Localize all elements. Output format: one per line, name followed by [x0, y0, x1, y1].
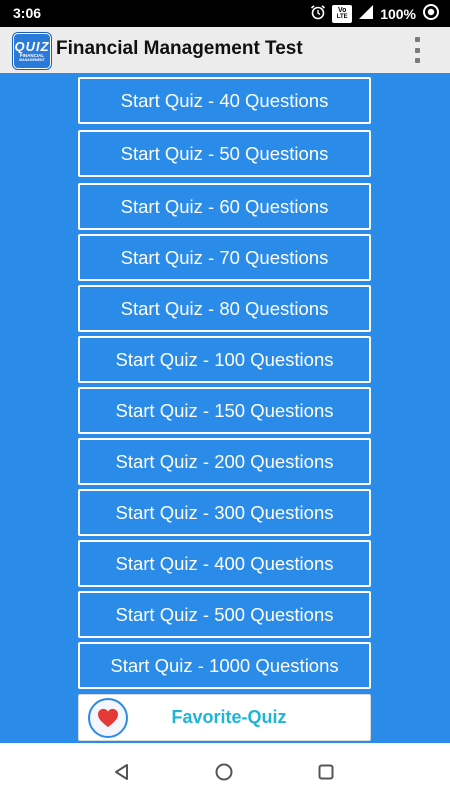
start-quiz-40-button[interactable]: Start Quiz - 40 Questions [78, 77, 371, 124]
app-logo: QUIZ FINANCIAL MANAGEMENT [13, 33, 51, 69]
start-quiz-500-button[interactable]: Start Quiz - 500 Questions [78, 591, 371, 638]
start-quiz-200-button[interactable]: Start Quiz - 200 Questions [78, 438, 371, 485]
favorite-quiz-label: Favorite-Quiz [171, 707, 287, 727]
favorite-quiz-button[interactable]: Favorite-Quiz [78, 694, 371, 741]
recents-icon[interactable] [314, 760, 338, 784]
quiz-list: Start Quiz - 40 Questions Start Quiz - 5… [0, 73, 450, 743]
start-quiz-300-button[interactable]: Start Quiz - 300 Questions [78, 489, 371, 536]
start-quiz-60-button[interactable]: Start Quiz - 60 Questions [78, 183, 371, 230]
logo-main-text: QUIZ [14, 39, 50, 54]
volte-icon: Vo LTE [332, 4, 353, 23]
overflow-menu-icon[interactable] [410, 37, 424, 63]
start-quiz-400-button[interactable]: Start Quiz - 400 Questions [78, 540, 371, 587]
start-quiz-50-button[interactable]: Start Quiz - 50 Questions [78, 130, 371, 177]
app-title: Financial Management Test [56, 38, 303, 59]
status-icons: Vo LTE 100% [310, 3, 440, 24]
back-icon[interactable] [110, 760, 134, 784]
start-quiz-70-button[interactable]: Start Quiz - 70 Questions [78, 234, 371, 281]
start-quiz-1000-button[interactable]: Start Quiz - 1000 Questions [78, 642, 371, 689]
heart-icon [88, 697, 128, 738]
status-time: 3:06 [13, 5, 42, 21]
battery-text: 100% [380, 5, 416, 22]
home-icon[interactable] [212, 760, 236, 784]
start-quiz-100-button[interactable]: Start Quiz - 100 Questions [78, 336, 371, 383]
status-bar: 3:06 Vo LTE 100% [0, 0, 450, 27]
logo-sub2-text: MANAGEMENT [19, 57, 45, 62]
signal-icon [358, 4, 374, 24]
data-saver-icon [422, 3, 440, 25]
volte-top-text: Vo [337, 7, 347, 14]
start-quiz-80-button[interactable]: Start Quiz - 80 Questions [78, 285, 371, 332]
volte-bottom-text: LTE [336, 14, 348, 20]
navigation-bar [0, 743, 450, 800]
start-quiz-150-button[interactable]: Start Quiz - 150 Questions [78, 387, 371, 434]
alarm-icon [310, 4, 326, 24]
app-bar: QUIZ FINANCIAL MANAGEMENT Financial Mana… [0, 27, 450, 73]
